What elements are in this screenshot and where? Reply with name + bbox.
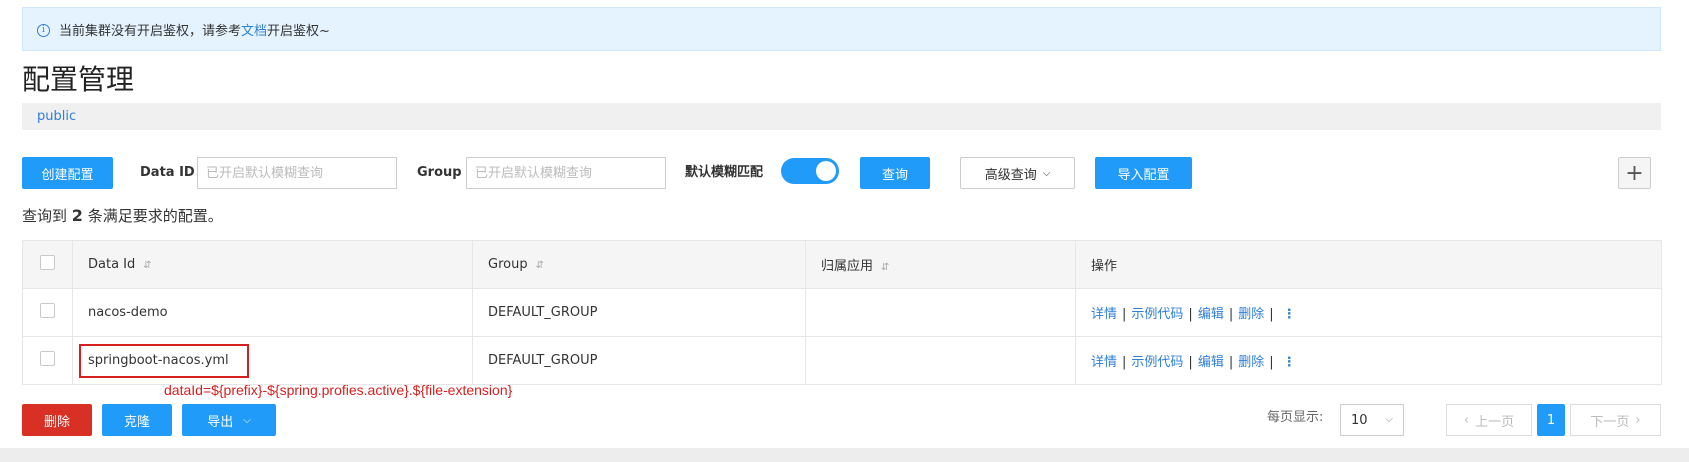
header-data-id[interactable]: Data Id ⇵ (72, 240, 473, 289)
data-id-input[interactable] (197, 157, 397, 189)
header-app-label: 归属应用 (821, 259, 874, 274)
table-row: nacos-demo DEFAULT_GROUP 详情 | 示例代码 | 编辑 | 删除 | ⋮ (22, 288, 1662, 337)
result-prefix: 查询到 (22, 207, 68, 225)
chevron-right-icon: › (1635, 412, 1641, 428)
result-count: 2 (71, 206, 83, 225)
auth-alert: i 当前集群没有开启鉴权，请参考 文档 开启鉴权~ (22, 7, 1661, 51)
select-all-checkbox[interactable] (40, 255, 55, 270)
prev-page-button[interactable]: ‹ 上一页 (1446, 404, 1532, 436)
detail-link[interactable]: 详情 (1091, 307, 1117, 322)
delete-link[interactable]: 删除 (1238, 355, 1264, 370)
header-app[interactable]: 归属应用 ⇵ (805, 240, 1076, 289)
alert-text-before: 当前集群没有开启鉴权，请参考 (59, 23, 242, 39)
sort-icon[interactable]: ⇵ (143, 260, 151, 271)
clone-button[interactable]: 克隆 (102, 404, 172, 436)
sample-code-link[interactable]: 示例代码 (1131, 355, 1183, 370)
delete-link[interactable]: 删除 (1238, 307, 1264, 322)
config-table: Data Id ⇵ Group ⇵ 归属应用 ⇵ 操作 nacos-demo DEFA… (22, 240, 1662, 385)
cell-app (805, 336, 1076, 385)
header-group-label: Group (488, 257, 528, 272)
separator: | (1228, 355, 1234, 370)
advanced-query-label: 高级查询 (984, 167, 1037, 183)
table-row: springboot-nacos.yml DEFAULT_GROUP 详情 | 示例… (22, 336, 1662, 385)
chevron-left-icon: ‹ (1463, 412, 1470, 428)
row-checkbox[interactable] (40, 303, 55, 318)
cell-data-id: springboot-nacos.yml (72, 336, 473, 385)
advanced-query-button[interactable]: 高级查询 ⌵ (960, 157, 1075, 189)
separator: | (1122, 307, 1127, 322)
result-summary: 查询到 2 条满足要求的配置。 (22, 205, 223, 226)
next-page-button[interactable]: 下一页 › (1570, 404, 1661, 436)
group-label: Group (417, 165, 462, 180)
fuzzy-match-toggle[interactable] (781, 158, 839, 184)
header-ops: 操作 (1075, 240, 1662, 289)
create-config-button[interactable]: 创建配置 (22, 157, 113, 189)
edit-link[interactable]: 编辑 (1198, 355, 1224, 370)
more-icon[interactable]: ⋮ (1283, 355, 1296, 370)
config-management-page: i 当前集群没有开启鉴权，请参考 文档 开启鉴权~ 配置管理 public 创建… (0, 0, 1689, 462)
separator: | (1269, 355, 1274, 370)
fuzzy-match-label: 默认模糊匹配 (685, 165, 764, 180)
docs-link[interactable]: 文档 (241, 20, 267, 39)
page-number-1[interactable]: 1 (1537, 404, 1565, 436)
page-size-select[interactable]: 10 ⌵ (1340, 404, 1404, 436)
sample-code-link[interactable]: 示例代码 (1131, 307, 1183, 322)
row-select-cell (22, 288, 73, 337)
chevron-down-icon: ⌵ (243, 414, 251, 426)
export-button[interactable]: 导出 ⌵ (182, 404, 276, 436)
page-title: 配置管理 (22, 63, 135, 96)
sort-icon[interactable]: ⇵ (881, 262, 889, 273)
separator: | (1122, 355, 1127, 370)
result-suffix: 条满足要求的配置。 (87, 207, 223, 225)
toggle-knob (816, 161, 836, 181)
edit-link[interactable]: 编辑 (1198, 307, 1224, 322)
annotation-text: dataId=${prefix}-${spring.profies.active… (164, 382, 513, 398)
info-icon: i (37, 24, 50, 37)
header-group[interactable]: Group ⇵ (472, 240, 806, 289)
more-icon[interactable]: ⋮ (1283, 307, 1296, 322)
separator: | (1188, 355, 1193, 370)
cell-data-id: nacos-demo (72, 288, 473, 337)
page-size-value: 10 (1351, 412, 1368, 428)
separator: | (1228, 307, 1234, 322)
import-config-button[interactable]: 导入配置 (1095, 157, 1192, 189)
header-data-id-label: Data Id (88, 257, 136, 272)
select-all-cell (22, 240, 73, 289)
sort-icon[interactable]: ⇵ (536, 260, 544, 271)
detail-link[interactable]: 详情 (1091, 355, 1117, 370)
toolbar: 创建配置 Data ID Group 默认模糊匹配 查询 高级查询 ⌵ 导入配置… (22, 157, 1662, 189)
namespace-bar: public (22, 103, 1661, 130)
row-checkbox[interactable] (40, 351, 55, 366)
chevron-down-icon: ⌵ (1042, 167, 1051, 179)
cell-ops: 详情 | 示例代码 | 编辑 | 删除 | ⋮ (1075, 288, 1662, 337)
data-id-label: Data ID (140, 165, 195, 180)
export-label: 导出 (207, 414, 234, 430)
next-page-label: 下一页 (1590, 414, 1630, 430)
alert-text-after: 开启鉴权~ (267, 23, 330, 39)
table-header-row: Data Id ⇵ Group ⇵ 归属应用 ⇵ 操作 (22, 240, 1662, 289)
query-button[interactable]: 查询 (860, 157, 930, 189)
page-size-label: 每页显示: (1267, 410, 1324, 425)
delete-button[interactable]: 删除 (22, 404, 92, 436)
group-input[interactable] (466, 157, 666, 189)
separator: | (1269, 307, 1274, 322)
row-select-cell (22, 336, 73, 385)
horizontal-scrollbar[interactable] (0, 448, 1689, 462)
namespace-public[interactable]: public (37, 109, 76, 124)
cell-group: DEFAULT_GROUP (472, 288, 806, 337)
cell-ops: 详情 | 示例代码 | 编辑 | 删除 | ⋮ (1075, 336, 1662, 385)
chevron-down-icon: ⌵ (1385, 414, 1393, 425)
prev-page-label: 上一页 (1475, 414, 1515, 430)
cell-app (805, 288, 1076, 337)
separator: | (1188, 307, 1193, 322)
cell-group: DEFAULT_GROUP (472, 336, 806, 385)
plus-icon[interactable]: + (1618, 157, 1651, 189)
